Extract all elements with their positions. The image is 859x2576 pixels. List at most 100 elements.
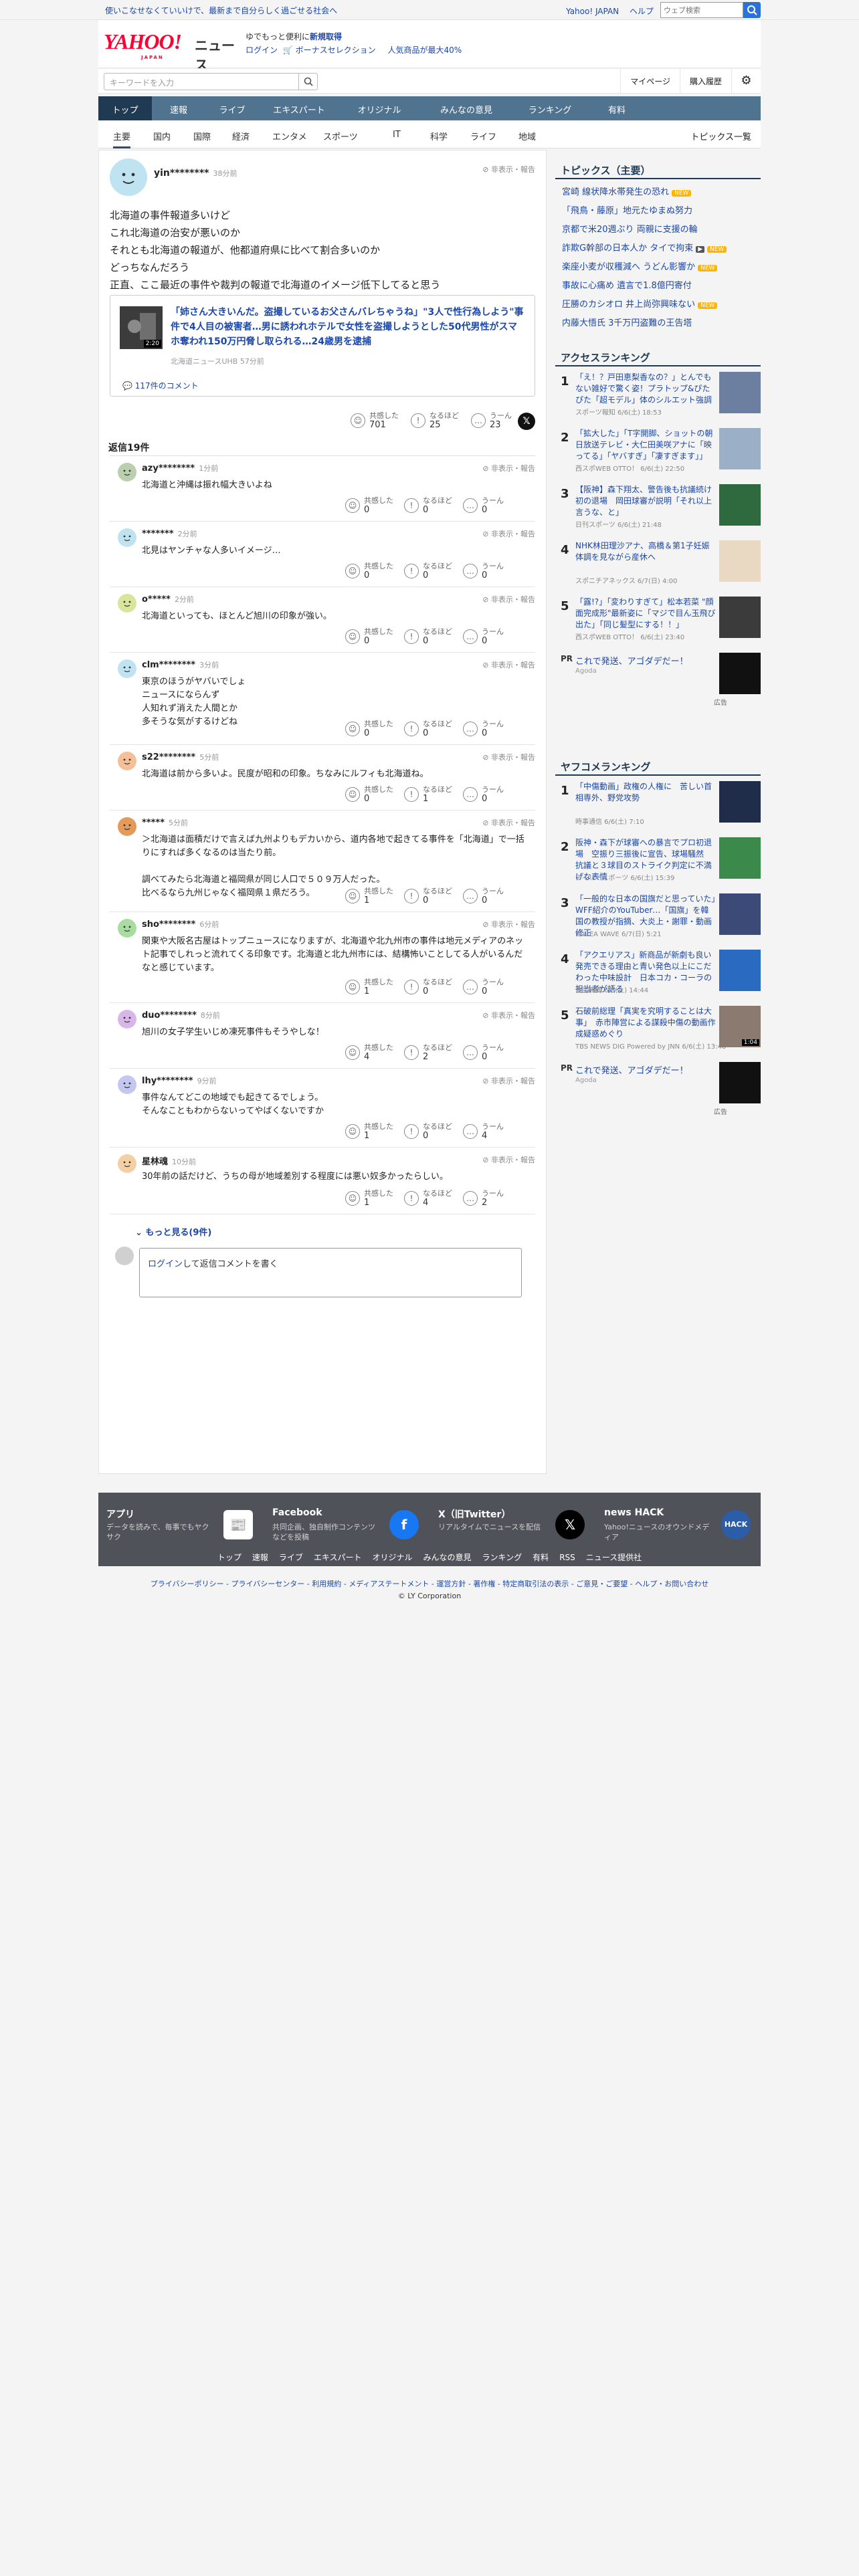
naruhodo-button[interactable]: ! なるほど 0	[404, 560, 458, 583]
ranking-title[interactable]: 「中傷動画」政権の人権に 苦しい首相専外、野党攻勢	[575, 781, 716, 804]
empathy-button[interactable]: ☺ 共感した 0	[345, 626, 399, 649]
footer-link[interactable]: 速報	[252, 1553, 268, 1562]
hmm-button[interactable]: … うーん 0	[463, 560, 516, 583]
keyword-search-input[interactable]: キーワードを入力	[110, 77, 174, 88]
ranking-item[interactable]: 5 石破前総理「真実を究明することは大事」 赤市陣営による謀殺中傷の動画作成疑惑め…	[555, 1006, 761, 1059]
naruhodo-button[interactable]: ! なるほど 0	[404, 976, 458, 999]
hide-report-link[interactable]: ⊘ 非表示・報告	[482, 463, 535, 473]
topic-title[interactable]: 圧勝のカシオロ 井上尚弥興味ない	[562, 300, 695, 310]
naruhodo-button[interactable]: ! なるほど 0	[404, 495, 458, 518]
empathy-button[interactable]: ☺ 共感した 1	[345, 1121, 399, 1144]
topic-title[interactable]: 事故に心痛め 遺言で1.8億円寄付	[562, 281, 692, 291]
hide-report-link[interactable]: ⊘ 非表示・報告	[482, 164, 535, 175]
keyword-search-button[interactable]	[298, 74, 317, 90]
topic-title[interactable]: 京都で米20週ぶり 両親に支援の輪	[562, 225, 698, 235]
topic-list-link[interactable]: トピックス一覧	[690, 130, 751, 142]
naruhodo-button[interactable]: ! なるほど 25	[411, 410, 464, 433]
topic-item[interactable]: 楽座小麦が収穫減へ うどん影響か NEW	[562, 259, 718, 272]
topic-title[interactable]: 内藤大悟氏 3千万円盗難の王告塔	[562, 318, 692, 328]
bonus-link[interactable]: ボーナスセレクション	[296, 45, 376, 55]
hide-report-link[interactable]: ⊘ 非表示・報告	[482, 919, 535, 930]
reply-author-name[interactable]: duo********	[142, 1010, 197, 1021]
hide-report-link[interactable]: ⊘ 非表示・報告	[482, 817, 535, 828]
nav-live[interactable]: ライブ	[205, 96, 259, 120]
ranking-title[interactable]: 「拡大した」「T字開脚、ショットの朝日放送テレビ・大仁田美咲アナに「映ってる」「…	[575, 428, 716, 462]
ranking-item[interactable]: 3 「一般的な日本の国旗だと思っていた」WFF紹介のYouTuber…「国旗」を韓…	[555, 893, 761, 947]
reply-login-link[interactable]: ログイン	[148, 1259, 183, 1269]
reply-author[interactable]: duo******** 8分前	[142, 1010, 220, 1021]
hide-report-link[interactable]: ⊘ 非表示・報告	[482, 1154, 535, 1165]
footer-link[interactable]: ランキング	[482, 1553, 522, 1562]
new-account-link[interactable]: 新規取得	[310, 32, 342, 41]
footer-card-app[interactable]: アプリ データを読みで、毎事でもヤクサク 📰	[98, 1501, 262, 1547]
ranking-item[interactable]: 3 【阪神】森下翔太、警告後も抗議続け初の退場 岡田球審が説明「それ以上言うな、と…	[555, 484, 761, 538]
hmm-button[interactable]: … うーん 2	[463, 1188, 516, 1210]
hide-report-link[interactable]: ⊘ 非表示・報告	[482, 594, 535, 605]
article-comments-link[interactable]: 💬 117件のコメント	[122, 380, 199, 391]
show-more-replies[interactable]: ⌄ もっと見る(9件)	[135, 1225, 211, 1238]
sale-link[interactable]: 人気商品が最大40%	[387, 45, 462, 55]
ad-item[interactable]: PR これで発送、アゴダデだー！ Agoda 広告	[555, 1062, 761, 1116]
category-international[interactable]: 国際	[193, 130, 211, 142]
category-life[interactable]: ライフ	[470, 130, 496, 142]
naruhodo-button[interactable]: ! なるほど 4	[404, 1188, 458, 1210]
ranking-item[interactable]: 4 「アクエリアス」新商品が新劇も良い発売できる理由と青い発色以上にこだわった中味…	[555, 950, 761, 1003]
topic-item[interactable]: 事故に心痛め 遺言で1.8億円寄付	[562, 278, 692, 291]
category-it[interactable]: IT	[393, 130, 401, 140]
hmm-button[interactable]: … うーん 23	[471, 410, 524, 433]
nav-paid[interactable]: 有料	[587, 96, 647, 120]
legal-links[interactable]: プライバシーポリシー - プライバシーセンター - 利用規約 - メディアステー…	[98, 1578, 761, 1589]
ranking-item[interactable]: 2 阪神・森下が球審への暴言でプロ初退場 空振り三振後に宣告、球場騒然 抗議と３球…	[555, 837, 761, 891]
reply-author[interactable]: 星林魂 10分前	[142, 1154, 196, 1167]
category-economy[interactable]: 経済	[232, 130, 250, 142]
hmm-button[interactable]: … うーん 0	[463, 784, 516, 807]
empathy-button[interactable]: ☺ 共感した 0	[345, 560, 399, 583]
ad-item[interactable]: PR これで発送、アゴダデだー！ Agoda 広告	[555, 653, 761, 707]
topic-title[interactable]: 宮崎 線状降水帯発生の恐れ	[562, 187, 669, 197]
ranking-item[interactable]: 4 NHK林田理沙アナ、高橋＆第1子妊娠 体調を見ながら産休へ スポニチアネックス …	[555, 540, 761, 594]
ad-title[interactable]: これで発送、アゴダデだー！	[575, 1063, 688, 1076]
empathy-button[interactable]: ☺ 共感した 701	[351, 410, 404, 433]
ranking-item[interactable]: 1 「中傷動画」政権の人権に 苦しい首相専外、野党攻勢 時事通信 6/6(土) 7:…	[555, 781, 761, 835]
footer-link[interactable]: みんなの意見	[423, 1553, 472, 1562]
topic-title[interactable]: 詐欺G幹部の日本人か タイで拘束	[562, 243, 693, 253]
footer-card-x[interactable]: X（旧Twitter） リアルタイムでニュースを配信 𝕏	[430, 1501, 594, 1547]
hide-report-link[interactable]: ⊘ 非表示・報告	[482, 1075, 535, 1086]
nav-original[interactable]: オリジナル	[339, 96, 419, 120]
category-main[interactable]: 主要	[113, 130, 131, 148]
naruhodo-button[interactable]: ! なるほど 2	[404, 1042, 458, 1065]
hide-report-link[interactable]: ⊘ 非表示・報告	[482, 528, 535, 539]
article-title[interactable]: 「姉さん大きいんだ。盗撮しているお父さんバレちゃうね」"3人で性行為しよう"事件…	[171, 305, 525, 349]
nav-top[interactable]: トップ	[98, 96, 152, 120]
topic-item[interactable]: 詐欺G幹部の日本人か タイで拘束 ▶ NEW	[562, 241, 727, 253]
footer-link[interactable]: 有料	[533, 1553, 549, 1562]
mypage-link[interactable]: マイページ	[620, 69, 680, 93]
category-region[interactable]: 地域	[518, 130, 536, 142]
related-article[interactable]: 2:20 「姉さん大きいんだ。盗撮しているお父さんバレちゃうね」"3人で性行為し…	[110, 295, 535, 397]
topic-item[interactable]: 宮崎 線状降水帯発生の恐れ NEW	[562, 185, 692, 197]
empathy-button[interactable]: ☺ 共感した 0	[345, 718, 399, 741]
web-search-button[interactable]	[743, 2, 761, 18]
empathy-button[interactable]: ☺ 共感した 4	[345, 1042, 399, 1065]
naruhodo-button[interactable]: ! なるほど 0	[404, 626, 458, 649]
hmm-button[interactable]: … うーん 0	[463, 626, 516, 649]
reply-author-name[interactable]: 星林魂	[142, 1157, 168, 1167]
reply-author-name[interactable]: s22********	[142, 752, 195, 762]
nav-ranking[interactable]: ランキング	[513, 96, 587, 120]
reply-author-name[interactable]: sho********	[142, 920, 195, 930]
ranking-title[interactable]: NHK林田理沙アナ、高橋＆第1子妊娠 体調を見ながら産休へ	[575, 540, 718, 563]
hmm-button[interactable]: … うーん 0	[463, 495, 516, 518]
footer-link[interactable]: オリジナル	[373, 1553, 413, 1562]
empathy-button[interactable]: ☺ 共感した 0	[345, 784, 399, 807]
hmm-button[interactable]: … うーん 0	[463, 885, 516, 908]
naruhodo-button[interactable]: ! なるほど 0	[404, 885, 458, 908]
ad-title[interactable]: これで発送、アゴダデだー！	[575, 654, 688, 667]
hide-report-link[interactable]: ⊘ 非表示・報告	[482, 752, 535, 762]
empathy-button[interactable]: ☺ 共感した 1	[345, 1188, 399, 1210]
footer-link[interactable]: トップ	[217, 1553, 242, 1562]
hmm-button[interactable]: … うーん 0	[463, 1042, 516, 1065]
reply-author[interactable]: ***** 5分前	[142, 817, 188, 828]
comment-author[interactable]: yin******** 38分前	[154, 168, 237, 179]
web-search-input[interactable]	[660, 2, 743, 18]
reply-author[interactable]: clm******** 3分前	[142, 659, 219, 670]
